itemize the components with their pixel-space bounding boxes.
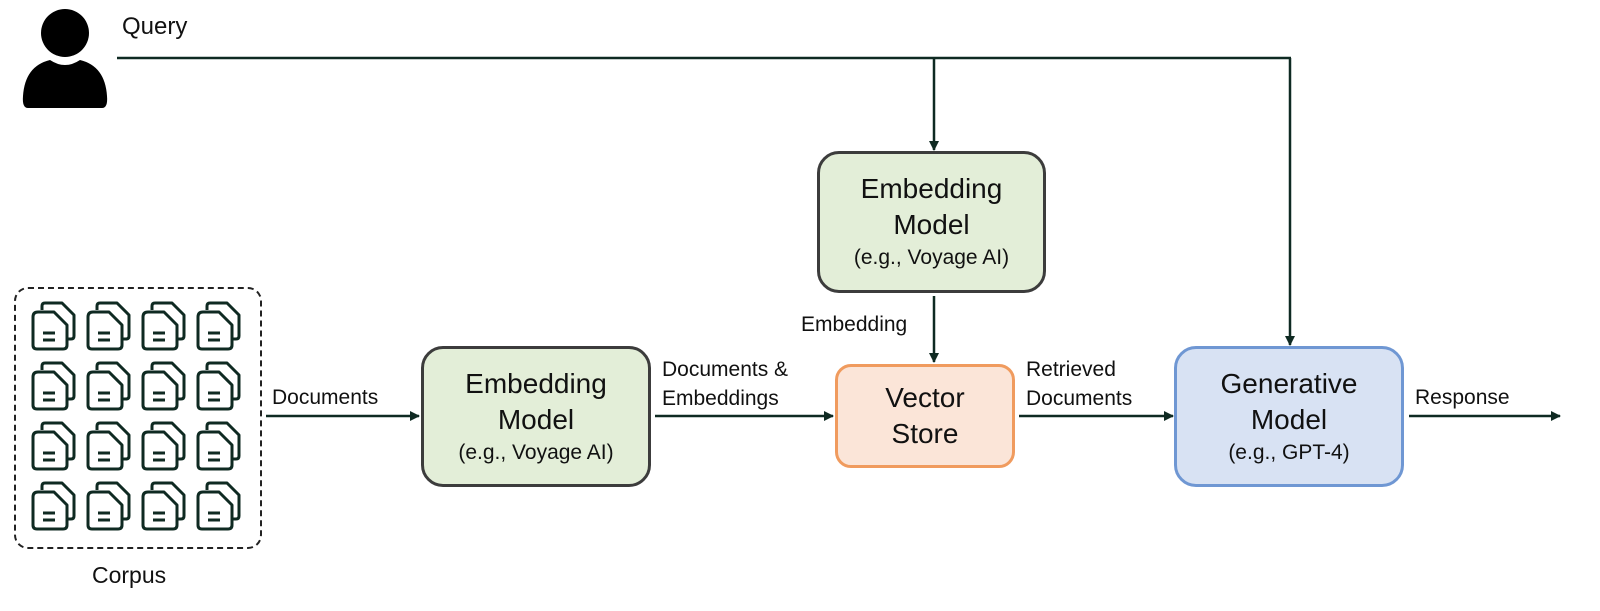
document-icon	[140, 420, 195, 480]
document-icon	[140, 480, 195, 540]
document-icon	[30, 420, 85, 480]
document-icon	[30, 480, 85, 540]
document-icon	[30, 360, 85, 420]
node-title: Generative	[1220, 367, 1358, 399]
user-icon	[22, 9, 108, 108]
document-icon	[85, 480, 140, 540]
node-subtitle: (e.g., GPT-4)	[1228, 440, 1350, 464]
response-edge-label: Response	[1415, 386, 1510, 409]
document-icon	[85, 300, 140, 360]
node-title: Embedding	[860, 173, 1003, 204]
document-icon	[195, 420, 250, 480]
generative-model-node[interactable]: Generative Model (e.g., GPT-4)	[1174, 346, 1404, 487]
node-title: Model	[497, 403, 575, 435]
node-subtitle: (e.g., Voyage AI)	[853, 246, 1010, 269]
document-icon	[195, 360, 250, 420]
retrieved-label-line2: Documents	[1026, 387, 1133, 410]
node-title: Model	[893, 209, 970, 240]
document-icon	[85, 360, 140, 420]
docs-embeddings-label-line1: Documents &	[662, 358, 789, 381]
corpus-label: Corpus	[92, 562, 167, 588]
document-icon	[140, 360, 195, 420]
query-embedding-model-node[interactable]: Embedding Model (e.g., Voyage AI)	[817, 151, 1046, 293]
vector-store-node[interactable]: Vector Store	[835, 364, 1015, 468]
node-title: Vector	[885, 382, 965, 413]
corpus-embedding-model-node[interactable]: Embedding Model (e.g., Voyage AI)	[421, 346, 651, 487]
docs-embeddings-label-line2: Embeddings	[662, 387, 779, 410]
node-title: Model	[1250, 403, 1328, 435]
node-title: Embedding	[465, 367, 607, 399]
corpus-document-grid	[30, 300, 250, 540]
document-icon	[140, 300, 195, 360]
query-label: Query	[122, 13, 188, 40]
document-icon	[85, 420, 140, 480]
retrieved-label-line1: Retrieved	[1026, 358, 1116, 381]
document-icon	[30, 300, 85, 360]
document-icon	[195, 300, 250, 360]
node-subtitle: (e.g., Voyage AI)	[458, 440, 614, 464]
node-title: Store	[891, 418, 959, 449]
document-icon	[195, 480, 250, 540]
embedding-edge-label: Embedding	[801, 313, 908, 336]
documents-edge-label: Documents	[272, 386, 379, 409]
